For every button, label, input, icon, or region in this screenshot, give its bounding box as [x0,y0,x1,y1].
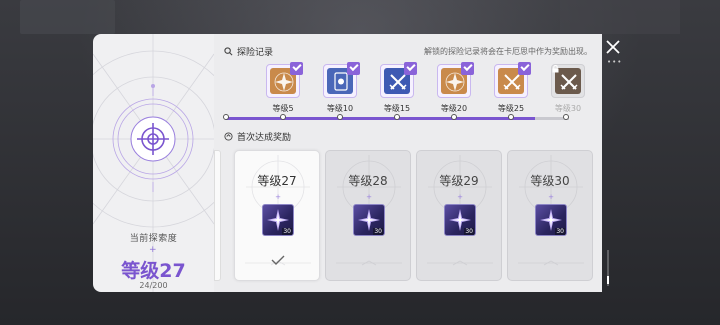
record-badge-2[interactable] [323,62,360,98]
close-icon[interactable] [604,38,622,56]
rewards-header: 首次达成奖励 [224,130,291,143]
level-progress: 24/200 [139,281,168,290]
record-badge-label: 等级15 [383,104,411,113]
record-badge-5[interactable] [494,62,531,98]
record-badge-label: 等级30 [554,104,582,113]
unlocked-check-icon [518,62,531,75]
records-header: 探险记录 [224,45,273,58]
reward-item[interactable]: 30 [262,204,294,236]
record-badge-label: 等级25 [497,104,525,113]
svg-text:+: + [275,193,281,201]
records-progress-fill [226,117,535,120]
record-badge-1[interactable] [266,62,303,98]
track-node [563,114,569,120]
reward-level-label: 等级29 [439,174,479,188]
records-panel: 探险记录 解锁的探险记录将会在卡厄思中作为奖励出现。 等级5 等级10 等级15 等级… [214,34,602,292]
plus-marker: + [149,245,157,255]
reward-cards: + 等级27 30 + 等级28 30 + 等级29 30 + 等级30 30 [222,150,602,282]
reward-quantity: 30 [282,228,292,235]
reward-card[interactable]: + 等级28 30 [325,150,411,281]
reward-level-label: 等级28 [348,174,388,188]
svg-text:+: + [457,193,463,201]
reward-card[interactable]: + 等级27 30 [234,150,320,281]
unlocked-check-icon [347,62,360,75]
more-dots-icon: ••• [607,58,623,66]
current-level: 等级27 [121,260,186,282]
claimed-check-icon [271,255,285,265]
reward-card[interactable]: + 等级29 30 [416,150,502,281]
rewards-title: 首次达成奖励 [237,133,292,143]
svg-text:+: + [548,193,554,201]
records-hint: 解锁的探险记录将会在卡厄思中作为奖励出现。 [424,47,592,56]
reward-quantity: 30 [464,228,474,235]
record-badge-label: 等级20 [440,104,468,113]
reward-item[interactable]: 30 [535,204,567,236]
reward-quantity: 30 [555,228,565,235]
gift-icon [224,132,233,141]
reward-card[interactable]: + 等级30 30 [507,150,593,281]
records-title: 探险记录 [237,48,274,58]
search-icon [224,47,233,56]
svg-text:+: + [366,193,372,201]
record-badge-4[interactable] [437,62,474,98]
track-node [451,114,457,120]
reward-quantity: 30 [373,228,383,235]
record-badge-label: 等级5 [272,104,294,113]
scrollbar-thumb[interactable] [607,276,609,284]
unlocked-check-icon [404,62,417,75]
lock-icon [552,65,559,73]
reward-level-label: 等级27 [257,174,297,188]
record-badge-3[interactable] [380,62,417,98]
track-node [223,114,229,120]
current-exploration-label: 当前探索度 [129,234,178,244]
track-node [280,114,286,120]
previous-card-edge[interactable] [214,150,221,281]
exploration-summary-panel: 当前探索度 + 等级27 24/200 [93,34,214,292]
track-node [337,114,343,120]
track-node [508,114,514,120]
reward-level-label: 等级30 [530,174,570,188]
reward-item[interactable]: 30 [353,204,385,236]
record-badge-6[interactable] [551,64,585,98]
track-node [394,114,400,120]
reward-item[interactable]: 30 [444,204,476,236]
record-badge-label: 等级10 [326,104,354,113]
unlocked-check-icon [461,62,474,75]
unlocked-check-icon [290,62,303,75]
